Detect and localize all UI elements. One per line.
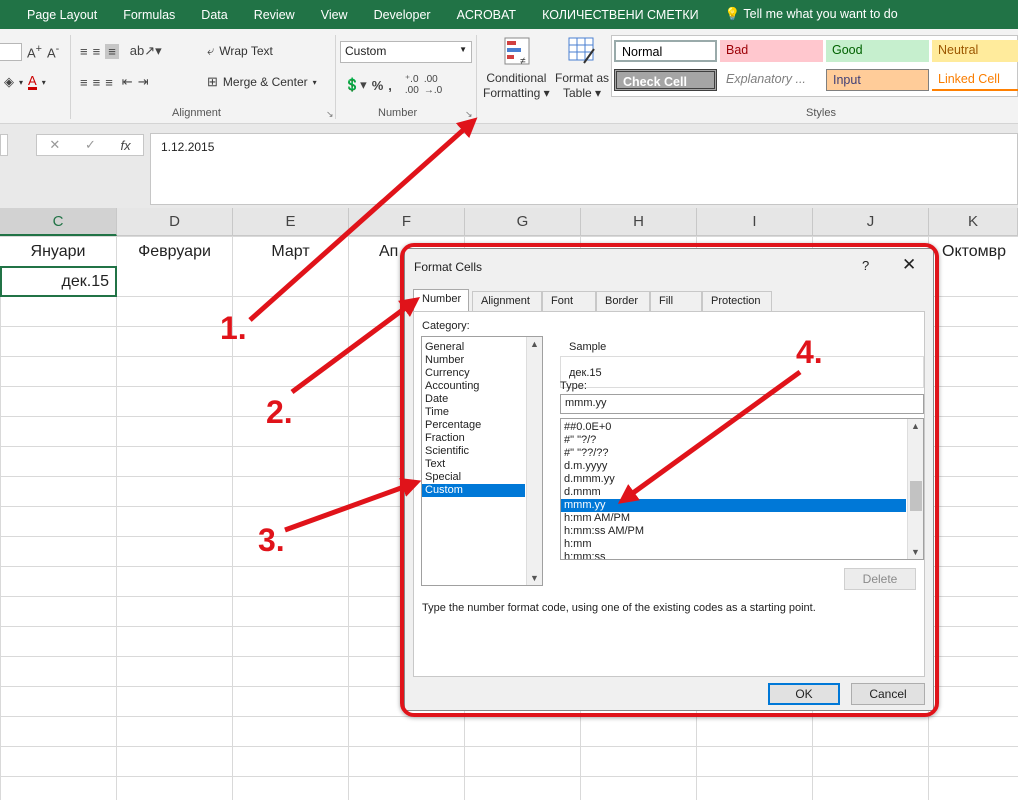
merge-center-label: Merge & Center (222, 75, 308, 89)
svg-text:≠: ≠ (520, 56, 526, 65)
column-header-k[interactable]: K (929, 208, 1018, 236)
accounting-format-icon[interactable]: 💲▾ (344, 77, 367, 93)
number-format-value: Custom (345, 44, 387, 58)
dialog-highlight-border (400, 243, 939, 717)
cell-april-partial[interactable]: Ап (349, 237, 404, 267)
wrap-text-button[interactable]: ⤶ Wrap Text (207, 43, 273, 59)
number-format-combo[interactable]: Custom ▼ (340, 41, 472, 63)
align-left-icon[interactable]: ≡ (80, 75, 88, 90)
grow-font-icon[interactable]: A+ (27, 43, 42, 60)
conditional-formatting-button[interactable]: Conditional Formatting ▾ (483, 71, 550, 100)
ribbon: A+ A- ◈ ▾ A ▾ ≡ ≡ ≡ ab↗▾ ≡ ≡ ≡ ⇤ ⇥ ⤶ Wrap Tex… (0, 29, 1018, 124)
insert-function-icon[interactable]: fx (121, 138, 131, 153)
style-good[interactable]: Good (826, 40, 929, 62)
number-buttons-row: 💲▾ % , ⁺.0.00 .00 →.0 (344, 74, 442, 96)
style-input[interactable]: Input (826, 69, 929, 91)
format-as-table-label-2: Table ▾ (562, 86, 602, 100)
tab-page-layout[interactable]: Page Layout (0, 8, 110, 22)
style-neutral[interactable]: Neutral (932, 40, 1018, 62)
annotation-step-3: 3. (258, 522, 285, 558)
formula-bar-area: ✕ ✓ fx 1.12.2015 (0, 124, 1018, 208)
style-check-cell[interactable]: Check Cell (614, 69, 717, 91)
active-cell-c2[interactable]: дек.15 (0, 266, 117, 297)
merge-icon: ⊞ (207, 74, 218, 89)
comma-style-icon[interactable]: , (388, 78, 392, 93)
increase-indent-icon[interactable]: ⇥ (138, 74, 149, 90)
percent-style-icon[interactable]: % (372, 78, 384, 93)
style-normal[interactable]: Normal (614, 40, 717, 62)
styles-group-label: Styles (806, 107, 836, 119)
style-explanatory[interactable]: Explanatory ... (720, 69, 823, 91)
column-header-h[interactable]: H (581, 208, 697, 236)
conditional-formatting-label: Conditional (486, 71, 547, 85)
cell-january[interactable]: Януари (0, 237, 116, 267)
shrink-font-icon[interactable]: A- (47, 43, 59, 60)
tab-view[interactable]: View (308, 8, 361, 22)
alignment-top-row: ≡ ≡ ≡ ab↗▾ (80, 43, 162, 59)
style-bad[interactable]: Bad (720, 40, 823, 62)
chevron-down-icon: ▼ (459, 45, 467, 54)
formula-buttons: ✕ ✓ fx (36, 134, 144, 156)
formula-input[interactable]: 1.12.2015 (150, 133, 1018, 205)
cell-march[interactable]: Март (233, 237, 348, 267)
conditional-formatting-icon[interactable]: ≠ (504, 37, 530, 67)
confirm-entry-icon[interactable]: ✓ (85, 137, 96, 153)
align-middle-icon[interactable]: ≡ (93, 44, 101, 59)
style-linked-cell[interactable]: Linked Cell (932, 69, 1018, 91)
tab-data[interactable]: Data (188, 8, 240, 22)
decrease-indent-icon[interactable]: ⇤ (122, 74, 133, 90)
alignment-group-label: Alignment (172, 107, 221, 119)
fill-bucket-icon: ◈ (4, 74, 14, 89)
column-header-d[interactable]: D (117, 208, 233, 236)
format-as-table-button[interactable]: Format as Table ▾ (555, 71, 609, 100)
column-header-c[interactable]: C (0, 208, 117, 236)
tab-developer[interactable]: Developer (361, 8, 444, 22)
tab-review[interactable]: Review (241, 8, 308, 22)
cancel-entry-icon[interactable]: ✕ (49, 137, 60, 153)
cell-february[interactable]: Февруари (117, 237, 232, 267)
tab-formulas[interactable]: Formulas (110, 8, 188, 22)
alignment-launcher-icon[interactable]: ↘ (326, 109, 334, 120)
increase-decimal-icon[interactable]: ⁺.0.00 (405, 74, 419, 96)
align-center-icon[interactable]: ≡ (93, 75, 101, 90)
annotation-step-2: 2. (266, 394, 293, 430)
merge-center-button[interactable]: ⊞ Merge & Center ▾ (207, 74, 317, 90)
format-as-table-label: Format as (555, 71, 610, 85)
annotation-step-1: 1. (220, 310, 247, 346)
orientation-icon[interactable]: ab↗▾ (130, 43, 162, 59)
column-header-j[interactable]: J (813, 208, 929, 236)
tell-me-box[interactable]: 💡 Tell me what you want to do (712, 7, 911, 22)
font-color-icon: A (28, 72, 37, 90)
decrease-decimal-icon[interactable]: .00 →.0 (424, 74, 442, 96)
column-header-i[interactable]: I (697, 208, 813, 236)
column-header-g[interactable]: G (465, 208, 581, 236)
ribbon-tab-bar: Page Layout Formulas Data Review View De… (0, 0, 1018, 29)
align-bottom-icon[interactable]: ≡ (105, 43, 119, 59)
column-header-f[interactable]: F (349, 208, 465, 236)
annotation-step-4: 4. (796, 334, 823, 370)
conditional-formatting-label-2: Formatting ▾ (483, 86, 550, 100)
wrap-text-icon: ⤶ (207, 43, 215, 58)
tell-me-text: Tell me what you want to do (743, 7, 898, 21)
number-group-label: Number (378, 107, 418, 119)
tab-acrobat[interactable]: ACROBAT (444, 8, 530, 22)
font-size-box[interactable]: A+ A- (0, 43, 59, 61)
tab-kolichestveni-smetki[interactable]: КОЛИЧЕСТВЕНИ СМЕТКИ (529, 8, 712, 22)
fill-color-button[interactable]: ◈ ▾ A ▾ (4, 74, 46, 90)
name-box[interactable] (0, 134, 8, 156)
align-right-icon[interactable]: ≡ (105, 75, 113, 90)
format-as-table-icon[interactable] (568, 37, 596, 65)
align-top-icon[interactable]: ≡ (80, 44, 88, 59)
column-header-e[interactable]: E (233, 208, 349, 236)
alignment-bottom-row: ≡ ≡ ≡ ⇤ ⇥ (80, 74, 149, 90)
cell-october-partial[interactable]: Октомвр (930, 237, 1018, 267)
wrap-text-label: Wrap Text (219, 44, 273, 58)
number-format-launcher-icon[interactable]: ↘ (465, 109, 473, 120)
lightbulb-icon: 💡 (724, 7, 741, 21)
